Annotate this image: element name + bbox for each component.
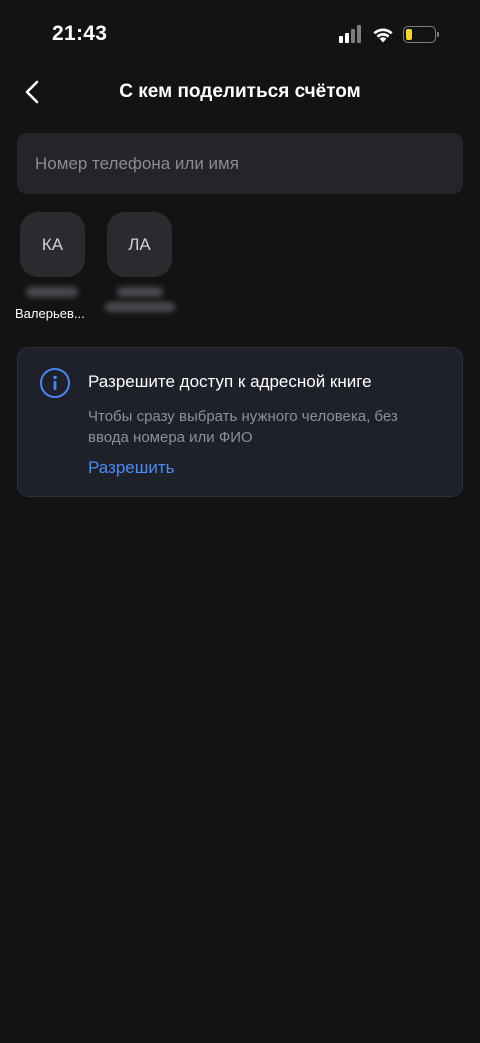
contact-item[interactable]: КА <box>20 212 110 297</box>
search-input[interactable] <box>17 133 463 194</box>
wifi-icon <box>372 26 394 43</box>
contact-name-redacted <box>117 287 163 297</box>
contacts-permission-card: Разрешите доступ к адресной книге Чтобы … <box>17 347 463 497</box>
info-icon <box>40 368 70 398</box>
screen: 21:43 С кем поделиться счётом Номер теле… <box>0 0 480 1043</box>
header: С кем поделиться счётом <box>0 70 480 114</box>
page-title: С кем поделиться счётом <box>119 81 361 102</box>
info-card-text: Чтобы сразу выбрать нужного человека, бе… <box>88 408 398 446</box>
status-time: 21:43 <box>52 22 108 45</box>
cellular-signal-icon <box>339 25 363 43</box>
contact-item[interactable]: ЛА <box>105 212 197 312</box>
contact-name-redacted <box>26 287 78 297</box>
battery-icon <box>403 25 439 43</box>
avatar: ЛА <box>107 212 172 277</box>
contact-name: Валерьев... <box>15 306 85 321</box>
battery-level <box>406 28 412 40</box>
status-icons <box>339 25 439 43</box>
avatar: КА <box>20 212 85 277</box>
contact-name-redacted <box>105 302 175 312</box>
status-bar: 21:43 <box>0 0 480 70</box>
allow-access-button[interactable]: Разрешить <box>88 458 175 478</box>
info-card-title: Разрешите доступ к адресной книге <box>88 372 372 391</box>
